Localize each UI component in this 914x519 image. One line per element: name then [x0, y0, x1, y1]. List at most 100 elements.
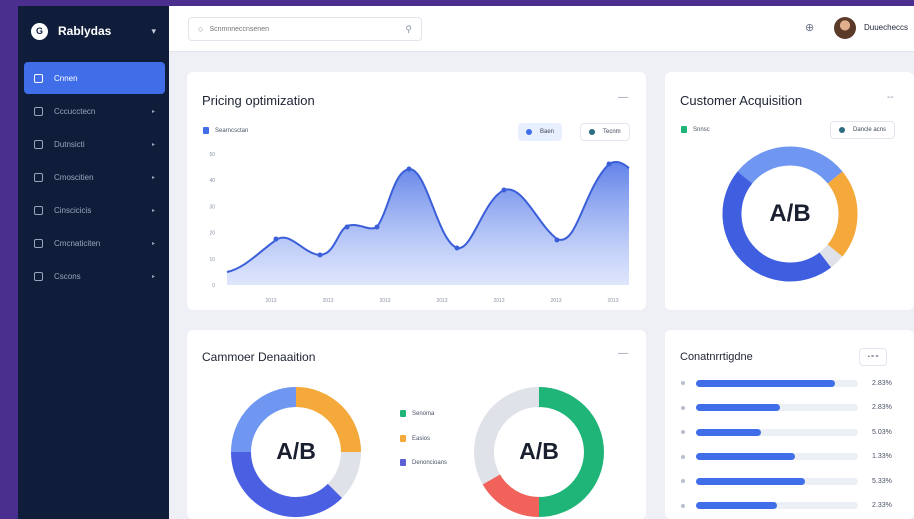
data-point[interactable]: [344, 224, 350, 230]
avatar[interactable]: [834, 17, 856, 39]
sidebar-item-6[interactable]: Cscons ▸: [24, 260, 165, 292]
top-bar: ○ ⚲ ⊕ Duuecheccs: [169, 6, 914, 52]
x-tick-label: 2013: [493, 298, 504, 304]
chevron-right-icon: ▸: [151, 240, 155, 247]
search-box[interactable]: ○ ⚲: [188, 17, 422, 41]
search-icon: ○: [198, 24, 204, 34]
menu-item-icon: [34, 238, 43, 248]
card-title: Conatnrrtigdne: [680, 351, 753, 363]
x-tick-label: 2013: [607, 298, 618, 304]
bar-fill: [696, 379, 836, 387]
sidebar-item-label: Cinscicicis: [54, 205, 92, 215]
legend-swatch: [400, 459, 406, 466]
sidebar-item-3[interactable]: Cmoscitien ▸: [24, 161, 165, 193]
data-point[interactable]: [374, 224, 380, 230]
data-point[interactable]: [501, 187, 507, 193]
contribution-row: 2.83%: [681, 376, 901, 390]
bar-value: 5.03%: [872, 428, 892, 436]
pricing-area-chart: 0 10 20 30 40 50 2013 2013 2013 2013 2013 2013 2013: [209, 152, 630, 304]
bar-value: 2.33%: [872, 502, 892, 509]
data-point[interactable]: [406, 166, 412, 172]
bar-value: 5.33%: [872, 477, 892, 485]
y-tick-label: 40: [209, 178, 215, 184]
chevron-right-icon: ▸: [151, 108, 155, 115]
x-tick-label: 2013: [379, 298, 390, 304]
donut-center-label: A/B: [276, 438, 316, 464]
x-tick-label: 2013: [550, 298, 561, 304]
donut-segment-red: [482, 474, 540, 517]
row-dot-icon: [681, 381, 685, 385]
menu-item-icon: [34, 73, 43, 83]
acquisition-donut: [722, 146, 858, 282]
y-tick-label: 20: [209, 231, 215, 237]
chevron-right-icon: ▸: [151, 207, 155, 214]
sidebar-nav: Cnnen Cccucctecn ▸ Dutnsicti ▸ Cmoscitie…: [24, 62, 165, 293]
data-point[interactable]: [273, 236, 279, 242]
sidebar-item-2[interactable]: Dutnsicti ▸: [24, 128, 165, 160]
sidebar-item-label: Cscons: [54, 271, 81, 281]
acquisition-card: Customer Acquisition -- Snnsc Dancle acn…: [665, 72, 914, 310]
donut-center-label: A/B: [519, 438, 559, 464]
contribution-row: 5.03%: [681, 425, 901, 439]
contribution-row: 1.33%: [681, 450, 901, 464]
menu-item-icon: [34, 172, 43, 182]
x-tick-label: 2013: [322, 298, 333, 304]
y-tick-label: 30: [209, 204, 215, 210]
bar-fill: [696, 428, 761, 436]
brand[interactable]: G Rablydas ▾: [31, 20, 156, 42]
data-point[interactable]: [317, 252, 323, 258]
user-name[interactable]: Duuecheccs: [864, 23, 908, 32]
sidebar-item-1[interactable]: Cccucctecn ▸: [24, 95, 165, 127]
area-fill: [227, 161, 629, 285]
contribution-row: 5.33%: [681, 474, 901, 488]
menu-item-icon: [34, 106, 43, 116]
legend-label: Denoncioans: [412, 460, 448, 467]
legend-swatch: [400, 435, 406, 442]
search-input[interactable]: [209, 25, 406, 33]
bar-fill: [696, 453, 795, 460]
bar-fill: [696, 502, 777, 509]
bar-fill: [696, 477, 805, 485]
legend-label: Senoma: [412, 411, 435, 418]
data-point[interactable]: [554, 237, 560, 243]
sidebar-item-label: Cnnen: [54, 73, 78, 83]
row-dot-icon: [681, 454, 685, 459]
sidebar-item-5[interactable]: Cmcnaticiten ▸: [24, 227, 165, 259]
menu-item-icon: [34, 205, 43, 215]
legend-item: Senoma: [400, 410, 434, 417]
chevron-down-icon[interactable]: ▾: [151, 26, 156, 37]
retention-card: Cammoer Denaaition — A/B A/B Senoma Easi…: [187, 330, 646, 519]
y-tick-label: 50: [209, 152, 215, 158]
notification-icon[interactable]: ⊕: [805, 21, 814, 34]
donut-segment-blue-light: [737, 146, 843, 184]
bar-value: 2.83%: [872, 404, 892, 411]
sidebar-item-label: Dutnsicti: [54, 139, 85, 149]
sidebar-item-label: Cmcnaticiten: [54, 238, 101, 248]
sidebar-item-4[interactable]: Cinscicicis ▸: [24, 194, 165, 226]
sidebar-item-0[interactable]: Cnnen: [24, 62, 165, 94]
x-tick-label: 2013: [265, 298, 276, 304]
row-dot-icon: [681, 405, 685, 410]
sidebar: G Rablydas ▾ Cnnen Cccucctecn ▸ Dutnsict…: [18, 6, 169, 519]
bar-track: [696, 477, 858, 485]
legend-item: Denoncioans: [400, 459, 447, 466]
data-point[interactable]: [454, 245, 460, 251]
pricing-card: Pricing optimization — Searncsctan Baen …: [187, 72, 646, 310]
bar-track: [696, 502, 858, 509]
retention-donuts: [231, 387, 604, 518]
legend-swatch: [400, 410, 406, 417]
filter-chip[interactable]: • = =: [859, 348, 888, 366]
bar-track: [696, 428, 858, 436]
legend-label: Easios: [412, 436, 431, 443]
data-point[interactable]: [606, 161, 612, 167]
chevron-right-icon: ▸: [151, 174, 155, 181]
x-tick-label: 2013: [436, 298, 447, 304]
bar-track: [696, 379, 858, 387]
chevron-right-icon: ▸: [151, 141, 155, 148]
bar-value: 2.83%: [872, 379, 892, 387]
bar-track: [696, 404, 858, 411]
magnifier-icon[interactable]: ⚲: [405, 24, 412, 35]
contribution-row: 2.33%: [681, 499, 901, 513]
app-window: G Rablydas ▾ Cnnen Cccucctecn ▸ Dutnsict…: [18, 6, 914, 519]
brand-name: Rablydas: [58, 24, 112, 38]
